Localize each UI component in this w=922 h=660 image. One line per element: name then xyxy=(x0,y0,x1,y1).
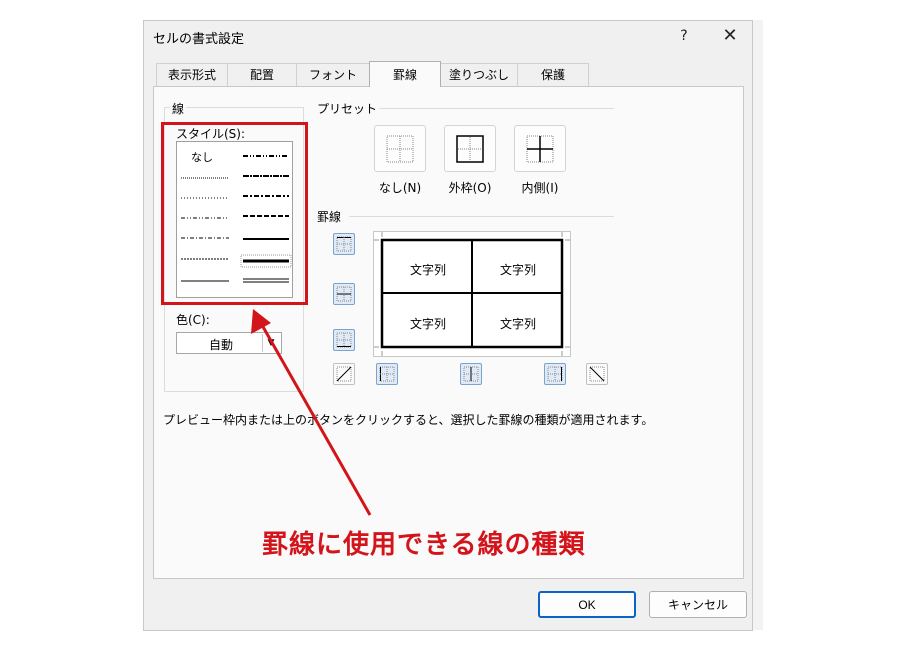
preset-inside-button[interactable] xyxy=(514,125,566,172)
border-title: 罫線 xyxy=(315,208,344,225)
cancel-button[interactable]: キャンセル xyxy=(649,591,747,618)
preset-divider xyxy=(364,108,614,109)
help-button[interactable]: ? xyxy=(664,21,704,51)
diagonal-down-icon xyxy=(589,366,605,382)
border-divider xyxy=(349,216,614,217)
border-inside-horizontal-icon xyxy=(336,286,352,302)
color-dropdown-value: 自動 xyxy=(208,338,233,352)
preview-cell-text: 文字列 xyxy=(499,317,536,331)
preset-outline-button[interactable] xyxy=(444,125,496,172)
preview-cell-text: 文字列 xyxy=(409,317,446,331)
border-diagonal-down-button[interactable] xyxy=(586,363,608,385)
preview-grid[interactable] xyxy=(374,232,570,356)
preset-title: プリセット xyxy=(315,100,380,117)
spreadsheet-background xyxy=(752,20,763,630)
color-dropdown[interactable]: 自動 ▼ xyxy=(176,332,282,354)
preset-none-label: なし(N) xyxy=(378,181,422,195)
chevron-down-icon[interactable]: ▼ xyxy=(262,334,279,352)
preset-none-icon xyxy=(386,135,414,163)
border-left-button[interactable] xyxy=(376,363,398,385)
annotation-caption: 罫線に使用できる線の種類 xyxy=(262,530,586,560)
border-top-button[interactable] xyxy=(333,233,355,255)
border-right-button[interactable] xyxy=(544,363,566,385)
tab-border[interactable]: 罫線 xyxy=(369,61,441,87)
tab-protection[interactable]: 保護 xyxy=(517,63,589,86)
title-bar: セルの書式設定 ? ✕ xyxy=(144,21,752,51)
preset-outline-icon xyxy=(456,135,484,163)
border-left-icon xyxy=(379,366,395,382)
preview-cell-text: 文字列 xyxy=(499,263,536,277)
border-preview[interactable]: 文字列 文字列 文字列 文字列 xyxy=(373,231,571,357)
border-diagonal-up-button[interactable] xyxy=(333,363,355,385)
preset-inside-icon xyxy=(526,135,554,163)
preset-outline-label: 外枠(O) xyxy=(448,181,492,195)
color-label: 色(C): xyxy=(174,311,212,328)
diagonal-up-icon xyxy=(336,366,352,382)
preset-none-button[interactable] xyxy=(374,125,426,172)
ok-button[interactable]: OK xyxy=(538,591,636,618)
preset-inside-label: 内側(I) xyxy=(521,181,559,195)
close-button[interactable]: ✕ xyxy=(710,21,750,51)
annotation-highlight-box xyxy=(161,122,308,305)
border-bottom-icon xyxy=(336,332,352,348)
border-inside-vertical-button[interactable] xyxy=(460,363,482,385)
line-group-title: 線 xyxy=(170,100,187,117)
instruction-text: プレビュー枠内または上のボタンをクリックすると、選択した罫線の種類が適用されます… xyxy=(163,413,654,427)
tab-alignment[interactable]: 配置 xyxy=(227,63,297,86)
border-inside-horizontal-button[interactable] xyxy=(333,283,355,305)
tab-font[interactable]: フォント xyxy=(296,63,370,86)
tab-fill[interactable]: 塗りつぶし xyxy=(440,63,518,86)
border-top-icon xyxy=(336,236,352,252)
border-inside-vertical-icon xyxy=(463,366,479,382)
border-right-icon xyxy=(547,366,563,382)
tab-number-format[interactable]: 表示形式 xyxy=(156,63,228,86)
preview-cell-text: 文字列 xyxy=(409,263,446,277)
border-bottom-button[interactable] xyxy=(333,329,355,351)
dialog-title: セルの書式設定 xyxy=(153,32,245,47)
